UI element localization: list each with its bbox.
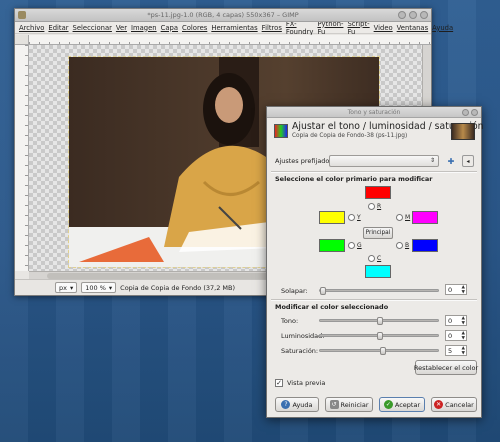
- saturation-slider[interactable]: [319, 347, 439, 355]
- radio-red[interactable]: [368, 203, 375, 210]
- hue-slider-handle[interactable]: [377, 317, 383, 325]
- menu-herramientas[interactable]: Herramientas: [211, 24, 257, 32]
- unit-select[interactable]: px ▾: [55, 282, 78, 293]
- separator: [271, 171, 477, 173]
- preset-menu-icon[interactable]: ◂: [462, 155, 474, 167]
- radio-magenta-label: M: [405, 214, 411, 221]
- hue-spinbutton[interactable]: 0 ▲ ▼: [445, 315, 467, 326]
- minimize-icon[interactable]: [398, 11, 406, 19]
- maximize-icon[interactable]: [409, 11, 417, 19]
- principal-button[interactable]: Principal: [363, 227, 393, 239]
- ruler-corner[interactable]: [15, 35, 29, 45]
- menu-bar: Archivo Editar Seleccionar Ver Imagen Ca…: [15, 20, 453, 36]
- menu-seleccionar[interactable]: Seleccionar: [73, 24, 112, 32]
- presets-select[interactable]: ⇕: [329, 155, 439, 167]
- help-icon: ?: [281, 400, 291, 409]
- reset-button[interactable]: ↺ Reiniciar: [325, 397, 373, 412]
- menu-video[interactable]: Video: [374, 24, 393, 32]
- radio-green-label: G: [357, 242, 362, 249]
- gimp-titlebar[interactable]: *ps-11.jpg-1.0 (RGB, 4 capas) 550x367 – …: [15, 9, 431, 22]
- checkmark-icon: ✓: [383, 400, 393, 409]
- updown-arrows-icon: ⇕: [429, 157, 435, 164]
- chevron-down-icon: ▾: [108, 283, 113, 292]
- layer-thumbnail: [451, 123, 475, 140]
- saturation-spinbutton[interactable]: 5 ▲ ▼: [445, 345, 467, 356]
- zoom-select[interactable]: 100 % ▾: [81, 282, 117, 293]
- dialog-close-icon[interactable]: [471, 109, 478, 116]
- hue-saturation-icon: [274, 124, 288, 138]
- dialog-window-title: Tono y saturación: [347, 109, 401, 116]
- radio-red-label: R: [377, 203, 382, 210]
- layer-info-text: Copia de Copia de Fondo (37,2 MB): [120, 283, 235, 292]
- luminosity-slider-handle[interactable]: [377, 332, 383, 340]
- saturation-slider-handle[interactable]: [380, 347, 386, 355]
- overlap-slider-handle[interactable]: [320, 287, 326, 295]
- radio-magenta[interactable]: [396, 214, 403, 221]
- chevron-down-icon: ▾: [69, 283, 74, 292]
- overlap-label: Solapar:: [281, 287, 308, 295]
- radio-cyan[interactable]: [368, 255, 375, 262]
- hue-saturation-dialog: Tono y saturación Ajustar el tono / lumi…: [266, 106, 484, 418]
- saturation-label: Saturación:: [281, 347, 319, 355]
- spin-arrows-icon: ▲ ▼: [461, 285, 465, 295]
- dialog-subheading: Copia de Copia de Fondo-38 (ps-11.jpg): [292, 133, 408, 139]
- dialog-minimize-icon[interactable]: [462, 109, 469, 116]
- dialog-titlebar[interactable]: Tono y saturación: [267, 107, 481, 118]
- menu-imagen[interactable]: Imagen: [131, 24, 157, 32]
- horizontal-ruler[interactable]: [29, 35, 431, 45]
- close-icon[interactable]: [420, 11, 428, 19]
- hue-slider[interactable]: [319, 317, 439, 325]
- vertical-ruler[interactable]: [15, 45, 29, 271]
- luminosity-label: Luminosidad:: [281, 332, 325, 340]
- menu-ventanas[interactable]: Ventanas: [397, 24, 428, 32]
- swatch-red: [365, 186, 391, 199]
- luminosity-slider[interactable]: [319, 332, 439, 340]
- overlap-slider[interactable]: [319, 287, 439, 295]
- swatch-cyan: [365, 265, 391, 278]
- radio-yellow-label: Y: [357, 214, 361, 221]
- presets-label: Ajustes prefijados:: [275, 157, 335, 165]
- radio-cyan-label: C: [377, 255, 382, 262]
- radio-blue[interactable]: [396, 242, 403, 249]
- swatch-magenta: [412, 211, 438, 224]
- menu-ayuda[interactable]: Ayuda: [432, 24, 453, 32]
- radio-blue-label: B: [405, 242, 410, 249]
- spin-arrows-icon: ▲ ▼: [461, 316, 465, 326]
- gimp-window-title: *ps-11.jpg-1.0 (RGB, 4 capas) 550x367 – …: [147, 11, 299, 19]
- menu-archivo[interactable]: Archivo: [19, 24, 44, 32]
- separator: [271, 299, 477, 301]
- cancel-icon: ✕: [434, 400, 444, 409]
- spin-arrows-icon: ▲ ▼: [461, 331, 465, 341]
- preview-checkbox[interactable]: ✓: [275, 379, 283, 387]
- reset-icon: ↺: [329, 400, 339, 409]
- luminosity-spinbutton[interactable]: 0 ▲ ▼: [445, 330, 467, 341]
- swatch-yellow: [319, 211, 345, 224]
- primary-color-heading: Seleccione el color primario para modifi…: [275, 175, 433, 183]
- preview-label: Vista previa: [287, 379, 326, 387]
- menu-filtros[interactable]: Filtros: [262, 24, 282, 32]
- cancel-button[interactable]: ✕ Cancelar: [431, 397, 477, 412]
- modify-color-heading: Modificar el color seleccionado: [275, 303, 389, 311]
- overlap-spinbutton[interactable]: 0 ▲ ▼: [445, 284, 467, 295]
- swatch-green: [319, 239, 345, 252]
- spin-arrows-icon: ▲ ▼: [461, 346, 465, 356]
- ok-button[interactable]: ✓ Aceptar: [379, 397, 425, 412]
- add-preset-icon[interactable]: ✚: [445, 155, 457, 167]
- reset-color-button[interactable]: Restablecer el color: [414, 360, 478, 375]
- swatch-blue: [412, 239, 438, 252]
- hue-label: Tono:: [281, 317, 299, 325]
- menu-colores[interactable]: Colores: [182, 24, 207, 32]
- help-button[interactable]: ? Ayuda: [275, 397, 319, 412]
- menu-capa[interactable]: Capa: [161, 24, 178, 32]
- radio-green[interactable]: [348, 242, 355, 249]
- menu-ver[interactable]: Ver: [116, 24, 127, 32]
- radio-yellow[interactable]: [348, 214, 355, 221]
- dialog-header: Ajustar el tono / luminosidad / saturaci…: [271, 121, 484, 147]
- menu-editar[interactable]: Editar: [48, 24, 68, 32]
